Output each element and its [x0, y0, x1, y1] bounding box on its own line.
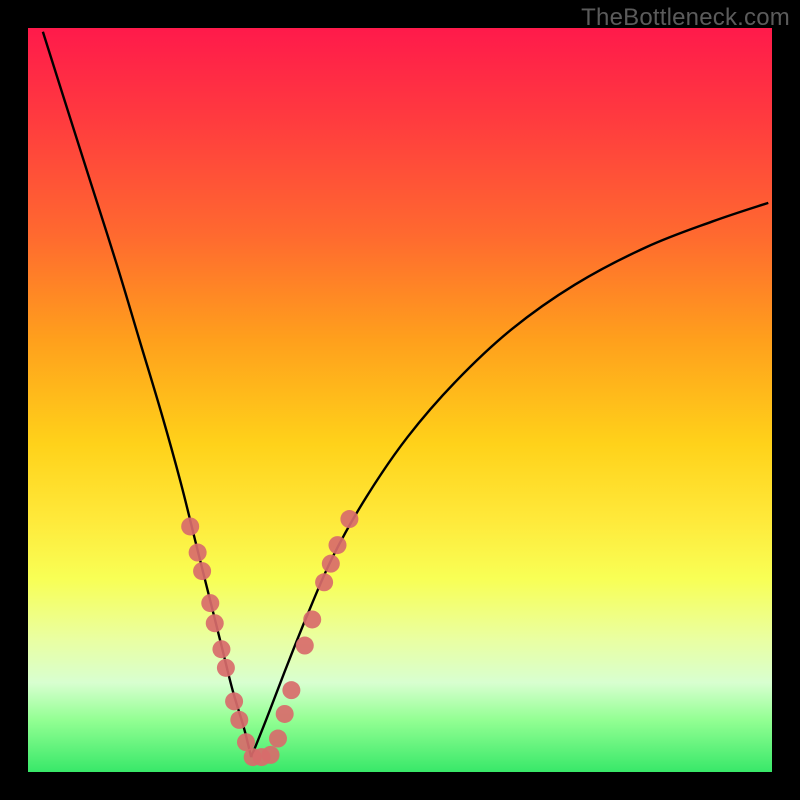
data-dot — [212, 640, 230, 658]
watermark-text: TheBottleneck.com — [581, 4, 790, 32]
data-dot — [217, 659, 235, 677]
data-dot — [296, 637, 314, 655]
data-dot — [193, 562, 211, 580]
curve-right-branch — [251, 203, 768, 757]
data-dot — [201, 594, 219, 612]
data-dot — [329, 536, 347, 554]
data-dot — [340, 510, 358, 528]
data-dot — [262, 746, 280, 764]
data-dots-group — [181, 510, 358, 766]
data-dot — [315, 573, 333, 591]
data-dot — [276, 705, 294, 723]
data-dot — [206, 614, 224, 632]
data-dot — [181, 517, 199, 535]
data-dot — [225, 692, 243, 710]
data-dot — [269, 730, 287, 748]
data-dot — [282, 681, 300, 699]
data-dot — [189, 544, 207, 562]
data-dot — [322, 555, 340, 573]
bottleneck-chart — [28, 28, 772, 772]
data-dot — [303, 610, 321, 628]
data-dot — [230, 711, 248, 729]
chart-frame — [28, 28, 772, 772]
